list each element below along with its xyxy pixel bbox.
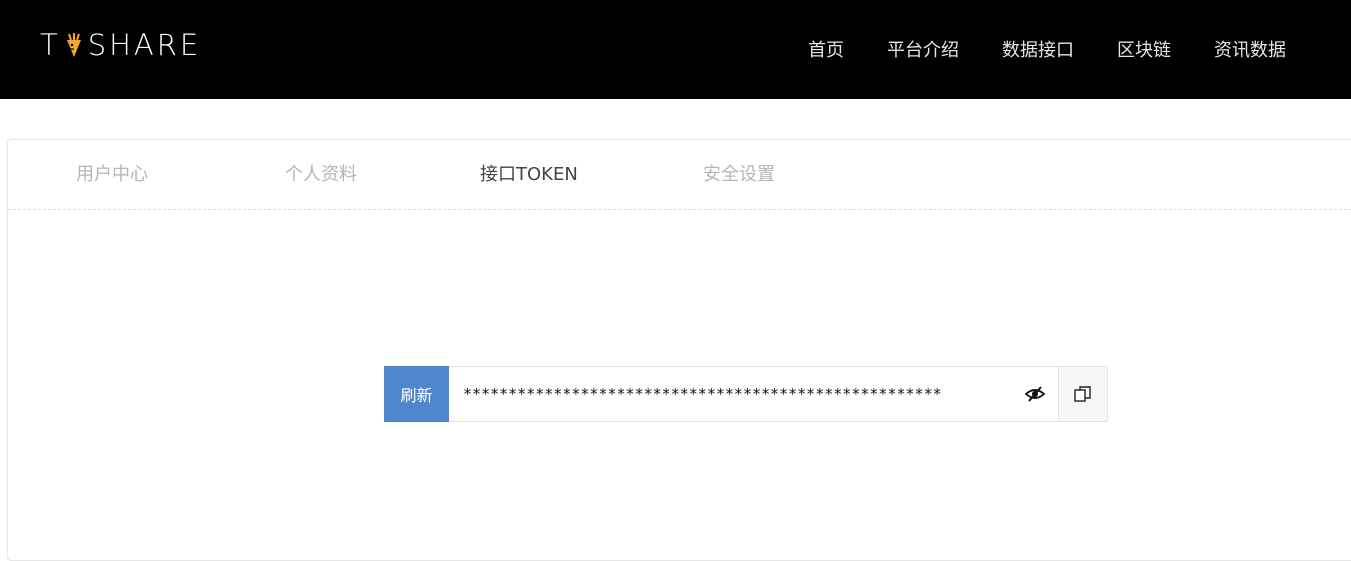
nav-item-news-data[interactable]: 资讯数据	[1214, 36, 1286, 66]
refresh-token-button[interactable]: 刷新	[384, 366, 449, 422]
carrot-icon	[66, 33, 81, 57]
token-input[interactable]	[461, 384, 1025, 404]
tab-api-token[interactable]: 接口TOKEN	[480, 162, 578, 188]
user-panel: 用户中心 个人资料 接口TOKEN 安全设置	[7, 139, 1351, 561]
logo-text-left: T	[40, 28, 61, 62]
nav-item-data-api[interactable]: 数据接口	[1002, 36, 1074, 66]
top-navbar: T SHARE 首页 平台介绍 数据接口 区块链 资讯数据	[0, 0, 1351, 99]
token-field	[449, 366, 1059, 422]
copy-token-button[interactable]	[1059, 366, 1108, 422]
eye-slash-icon[interactable]	[1024, 384, 1046, 404]
logo-text-right: SHARE	[87, 28, 202, 62]
tab-user-center[interactable]: 用户中心	[76, 162, 148, 188]
nav-item-platform-intro[interactable]: 平台介绍	[887, 36, 959, 66]
main-nav: 首页 平台介绍 数据接口 区块链 资讯数据	[765, 36, 1286, 66]
token-row: 刷新	[384, 366, 1108, 422]
nav-item-home[interactable]: 首页	[808, 36, 844, 66]
logo[interactable]: T SHARE	[40, 28, 202, 62]
tab-bar: 用户中心 个人资料 接口TOKEN 安全设置	[8, 140, 1351, 210]
nav-item-blockchain[interactable]: 区块链	[1117, 36, 1171, 66]
copy-icon	[1074, 386, 1091, 402]
tab-security-settings[interactable]: 安全设置	[703, 162, 775, 188]
tab-profile[interactable]: 个人资料	[285, 162, 357, 188]
